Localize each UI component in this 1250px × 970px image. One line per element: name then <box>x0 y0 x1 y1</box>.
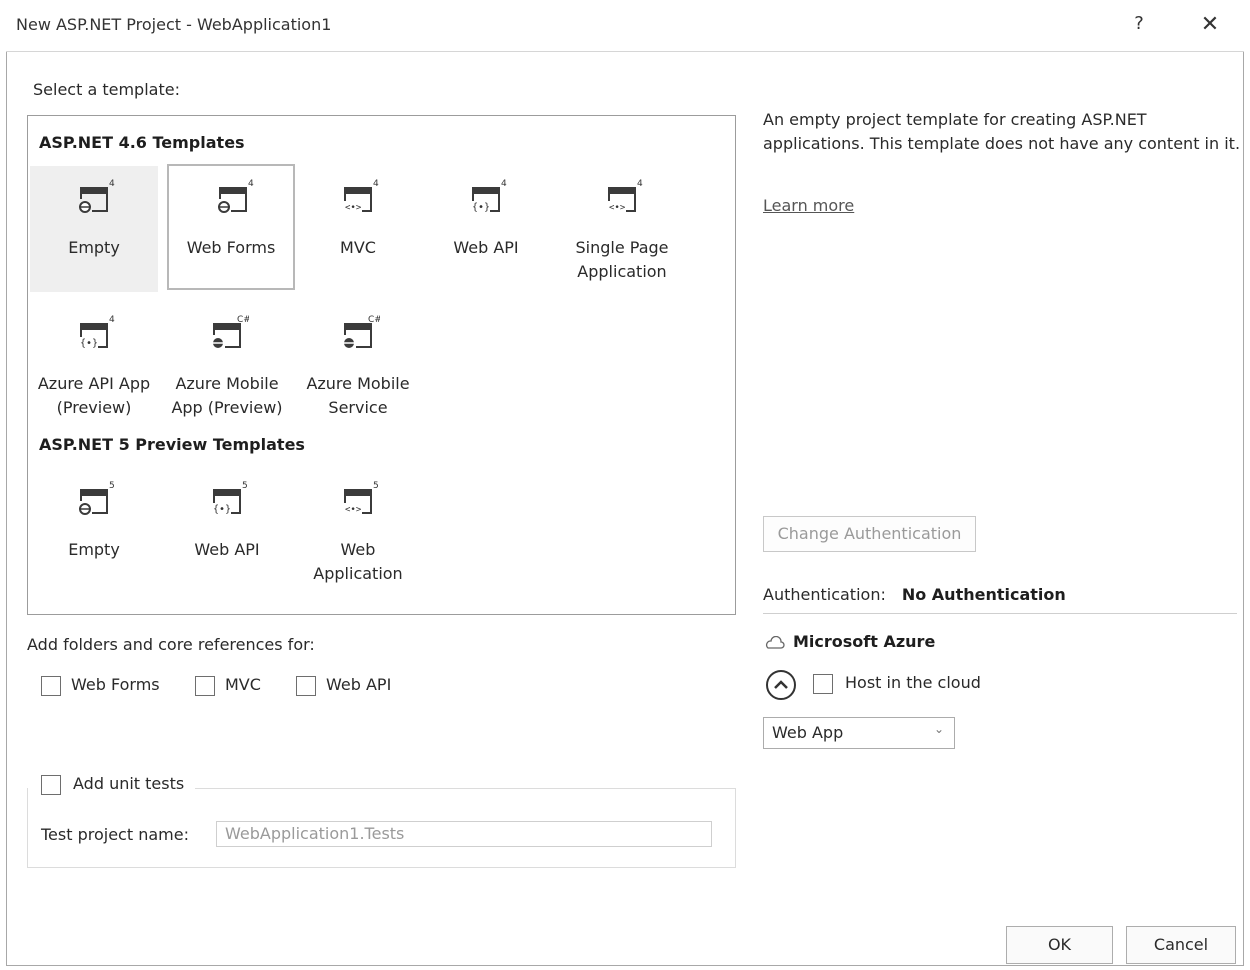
azure-mobile-service-template-icon: C# <box>344 315 380 348</box>
change-authentication-button[interactable]: Change Authentication <box>763 516 976 552</box>
template-label: Single Page Application <box>575 238 669 281</box>
svg-text:C#: C# <box>237 315 249 325</box>
template-web-forms-46[interactable]: 4 Web Forms <box>167 164 295 290</box>
svg-text:C#: C# <box>368 315 380 325</box>
azure-api-app-template-icon: {•} 4 <box>80 315 115 349</box>
window-title: New ASP.NET Project - WebApplication1 <box>16 15 332 34</box>
template-label: Azure Mobile App (Preview) <box>171 374 283 417</box>
web-forms-template-icon: 4 <box>218 179 254 213</box>
ok-button[interactable]: OK <box>1006 926 1113 964</box>
template-spa-46[interactable]: <•> 4 Single Page Application <box>558 166 686 292</box>
svg-text:4: 4 <box>373 179 379 189</box>
template-label: MVC <box>340 238 376 257</box>
empty-template-icon: 5 <box>79 481 115 515</box>
cancel-button[interactable]: Cancel <box>1126 926 1236 964</box>
cloud-icon <box>766 635 785 649</box>
svg-text:4: 4 <box>501 179 507 189</box>
svg-text:<•>: <•> <box>609 203 626 213</box>
web-api-checkbox[interactable] <box>296 676 316 696</box>
svg-text:{•}: {•} <box>80 338 98 349</box>
learn-more-link[interactable]: Learn more <box>763 196 854 215</box>
group-border <box>195 788 736 789</box>
test-project-name-input[interactable]: WebApplication1.Tests <box>216 821 712 847</box>
test-project-name-label: Test project name: <box>41 825 189 844</box>
svg-text:{•}: {•} <box>213 504 231 515</box>
svg-text:4: 4 <box>248 179 254 189</box>
chevron-up-icon <box>774 680 788 689</box>
select-template-label: Select a template: <box>33 80 180 99</box>
svg-text:4: 4 <box>109 315 115 325</box>
add-folders-label: Add folders and core references for: <box>27 635 315 654</box>
host-in-cloud-label: Host in the cloud <box>845 673 981 692</box>
svg-text:<•>: <•> <box>345 203 362 213</box>
azure-heading-text: Microsoft Azure <box>793 632 936 651</box>
template-azure-mobile-app[interactable]: C# Azure Mobile App (Preview) <box>163 302 291 428</box>
web-forms-checkbox-label: Web Forms <box>71 675 160 694</box>
template-label: Empty <box>68 238 120 257</box>
add-unit-tests-label: Add unit tests <box>73 774 185 793</box>
divider <box>763 613 1237 614</box>
svg-text:5: 5 <box>373 481 379 491</box>
collapse-button[interactable] <box>766 670 796 700</box>
svg-text:<•>: <•> <box>345 505 362 515</box>
chevron-down-icon: ⌄ <box>933 722 944 736</box>
group-heading-aspnet46: ASP.NET 4.6 Templates <box>39 133 245 152</box>
templates-panel: ASP.NET 4.6 Templates 4 Empty 4 Web Form… <box>27 115 736 615</box>
web-application-template-icon: <•> 5 <box>344 481 379 515</box>
help-button[interactable]: ? <box>1125 10 1153 38</box>
template-label: Web API <box>453 238 519 257</box>
template-empty-46[interactable]: 4 Empty <box>30 166 158 292</box>
azure-section-heading: Microsoft Azure <box>763 632 935 651</box>
template-label: Web API <box>194 540 260 559</box>
template-web-application-5[interactable]: <•> 5 Web Application <box>294 468 422 594</box>
template-label: Web Application <box>313 540 403 583</box>
add-unit-tests-checkbox[interactable] <box>41 775 61 795</box>
template-azure-mobile-service[interactable]: C# Azure Mobile Service <box>294 302 422 428</box>
template-web-api-46[interactable]: {•} 4 Web API <box>422 166 550 292</box>
svg-text:{•}: {•} <box>472 202 490 213</box>
azure-service-select[interactable]: Web App ⌄ <box>763 717 955 749</box>
authentication-row: Authentication: No Authentication <box>763 585 1066 604</box>
template-label: Web Forms <box>186 238 276 257</box>
azure-service-value: Web App <box>772 723 844 742</box>
template-label: Empty <box>68 540 120 559</box>
template-label: Azure Mobile Service <box>306 374 410 417</box>
web-api-template-icon: {•} 5 <box>213 481 248 515</box>
template-empty-5[interactable]: 5 Empty <box>30 468 158 594</box>
mvc-checkbox[interactable] <box>195 676 215 696</box>
authentication-value: No Authentication <box>901 585 1066 604</box>
template-description: An empty project template for creating A… <box>763 110 1241 153</box>
template-mvc-46[interactable]: <•> 4 MVC <box>294 166 422 292</box>
template-web-api-5[interactable]: {•} 5 Web API <box>163 468 291 594</box>
azure-mobile-app-template-icon: C# <box>213 315 249 348</box>
template-azure-api-app[interactable]: {•} 4 Azure API App (Preview) <box>30 302 158 428</box>
web-api-checkbox-label: Web API <box>326 675 392 694</box>
svg-text:4: 4 <box>637 179 643 189</box>
svg-text:5: 5 <box>109 481 115 491</box>
web-api-template-icon: {•} 4 <box>472 179 507 213</box>
mvc-checkbox-label: MVC <box>225 675 261 694</box>
spa-template-icon: <•> 4 <box>608 179 643 213</box>
group-heading-aspnet5: ASP.NET 5 Preview Templates <box>39 435 305 454</box>
svg-text:5: 5 <box>242 481 248 491</box>
web-forms-checkbox[interactable] <box>41 676 61 696</box>
host-in-cloud-checkbox[interactable] <box>813 674 833 694</box>
close-button[interactable]: ✕ <box>1195 10 1225 40</box>
mvc-template-icon: <•> 4 <box>344 179 379 213</box>
svg-text:4: 4 <box>109 179 115 189</box>
empty-template-icon: 4 <box>79 179 115 213</box>
template-label: Azure API App (Preview) <box>37 374 151 417</box>
authentication-label: Authentication: <box>763 585 886 604</box>
